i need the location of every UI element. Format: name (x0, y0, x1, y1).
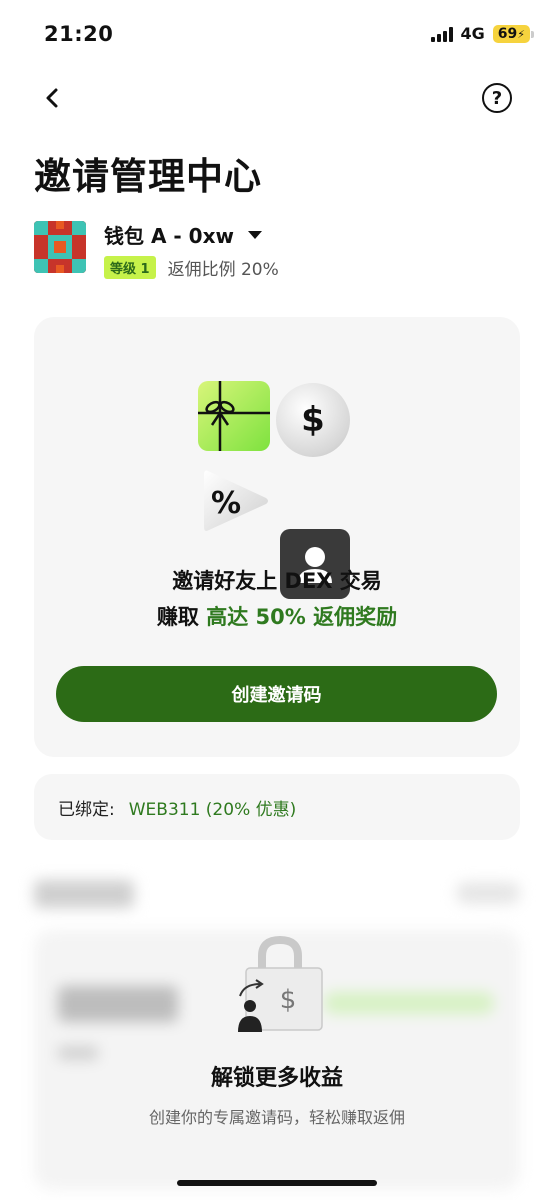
bound-code-value: WEB311 (20% 优惠) (128, 799, 297, 820)
gift-icon (198, 381, 270, 451)
wallet-selector[interactable]: 钱包 A - 0xw (104, 220, 262, 249)
hero-subheadline: 赚取 高达 50% 返佣奖励 (34, 601, 520, 631)
level-badge: 等级 1 (104, 256, 156, 279)
dollar-coin-icon: $ (276, 383, 350, 457)
battery-level: 69 (497, 25, 518, 42)
caret-down-icon (247, 230, 262, 239)
status-bar: 21:20 4G 69⚡ (0, 0, 554, 70)
page-title: 邀请管理中心 (34, 155, 262, 198)
question-circle-icon: ? (491, 87, 503, 109)
wallet-name: 钱包 A - 0xw (104, 224, 234, 248)
lock-dollar-glyph: $ (280, 985, 297, 1015)
hero-headline: 邀请好友上 DEX 交易 (172, 569, 382, 593)
lock-icon: $ (238, 935, 323, 1032)
hero-earn-label: 赚取 (156, 605, 207, 629)
hero-illustration: $ % (198, 381, 358, 599)
locked-earnings-section: $ 解锁更多收益 创建你的专属邀请码，轻松赚取返佣 (34, 868, 520, 1200)
status-time: 21:20 (44, 22, 114, 46)
status-indicators: 4G 69⚡ (430, 24, 535, 43)
help-button[interactable]: ? (482, 83, 512, 113)
network-label: 4G (460, 24, 485, 43)
home-indicator (177, 1180, 377, 1186)
signal-icon (430, 26, 453, 42)
bound-label: 已绑定: (58, 799, 115, 820)
battery-icon: 69⚡ (492, 24, 535, 43)
rebate-ratio: 返佣比例 20% (167, 260, 279, 280)
wallet-meta: 等级 1 返佣比例 20% (104, 255, 279, 280)
create-invite-code-button[interactable]: 创建邀请码 (56, 666, 497, 722)
bound-code-card: 已绑定: WEB311 (20% 优惠) (34, 774, 520, 840)
wallet-avatar (34, 221, 86, 273)
back-button[interactable] (34, 80, 70, 116)
percent-glyph: % (211, 486, 241, 521)
hero-reward-highlight: 高达 50% 返佣奖励 (206, 605, 398, 629)
invite-hero-card: $ % 邀请好友上 DEX 交易 赚取 高达 50% 返佣奖励 创建邀请码 (34, 317, 520, 757)
percent-play-icon: % (200, 465, 272, 537)
unlock-title: 解锁更多收益 (210, 1066, 343, 1091)
lock-overlay: $ 解锁更多收益 创建你的专属邀请码，轻松赚取返佣 (34, 868, 520, 1200)
chevron-left-icon (46, 88, 58, 108)
unlock-description: 创建你的专属邀请码，轻松赚取返佣 (148, 1108, 405, 1127)
